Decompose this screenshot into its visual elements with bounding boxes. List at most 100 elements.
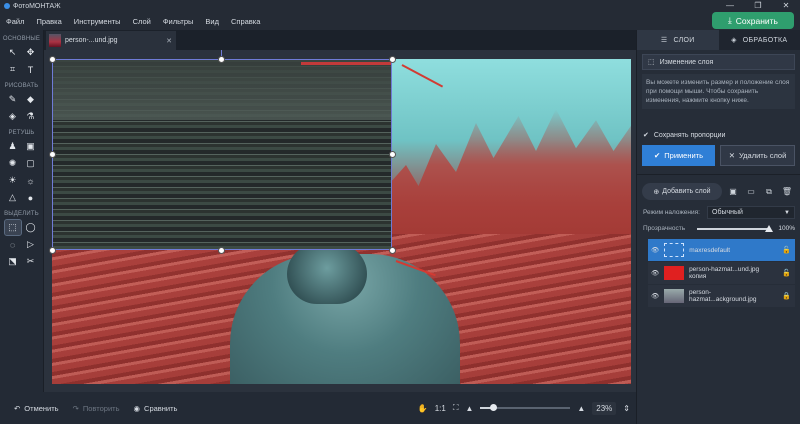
layers-list: 👁 maxresdefault 🔓 👁 person-hazmat...und.… (648, 239, 795, 307)
duplicate-icon[interactable]: ⧉ (762, 187, 776, 197)
lasso-tool-icon[interactable]: ◌ (5, 237, 21, 252)
redo-button[interactable]: ↷ Повторить (73, 404, 120, 413)
actual-size-button[interactable]: 1:1 (435, 404, 446, 413)
undo-button[interactable]: ↶ Отменить (14, 404, 59, 413)
unlock-icon[interactable]: 🔓 (782, 269, 791, 277)
magic-select-tool-icon[interactable]: ⬔ (5, 254, 21, 269)
tab-layers[interactable]: ☰ СЛОИ (637, 30, 719, 50)
add-layer-button[interactable]: ⊕ Добавить слой (642, 183, 722, 200)
menu-filters[interactable]: Фильтры (157, 17, 200, 26)
maximize-button[interactable]: ❐ (744, 0, 772, 12)
menu-view[interactable]: Вид (199, 17, 225, 26)
add-layer-label: Добавить слой (662, 188, 711, 195)
hand-icon[interactable]: ✋ (418, 404, 428, 413)
opacity-slider[interactable] (697, 224, 774, 232)
opacity-value: 100% (778, 225, 795, 232)
sharpen-tool-icon[interactable]: △ (5, 190, 21, 205)
sliders-icon: ☰ (660, 37, 668, 44)
resize-handle-top-right[interactable] (389, 56, 396, 63)
menu-tools[interactable]: Инструменты (68, 17, 127, 26)
resize-handle-top-left[interactable] (49, 56, 56, 63)
selected-layer-overlay[interactable] (52, 59, 392, 250)
trash-icon[interactable]: 🗑 (780, 187, 794, 196)
visibility-eye-icon[interactable]: 👁 (651, 246, 659, 254)
zoom-in-icon[interactable]: ▲ (577, 404, 585, 413)
resize-handle-bottom[interactable] (218, 247, 225, 254)
resize-handle-bottom-left[interactable] (49, 247, 56, 254)
unlock-icon[interactable]: 🔓 (782, 246, 791, 254)
menu-edit[interactable]: Правка (30, 17, 67, 26)
dodge-tool-icon[interactable]: ☀ (5, 173, 21, 188)
frame-tool-icon[interactable]: ▢ (23, 156, 39, 171)
crop-tool-icon[interactable]: ⌗ (5, 62, 21, 77)
overlay-red-line (301, 62, 391, 65)
menu-help[interactable]: Справка (225, 17, 266, 26)
resize-handle-right[interactable] (389, 151, 396, 158)
download-icon: ⤓ (727, 15, 732, 25)
photo-head (287, 244, 367, 304)
ellipse-select-tool-icon[interactable]: ◯ (23, 220, 39, 235)
shapes-tool-icon[interactable]: ⚗ (23, 109, 39, 124)
close-window-button[interactable]: ✕ (772, 0, 800, 12)
right-panel: ☰ СЛОИ ◈ ОБРАБОТКА ⬚ Изменение слоя Вы м… (636, 30, 800, 424)
layer-toolbar: ⊕ Добавить слой ▣ ▭ ⧉ 🗑 (642, 183, 795, 200)
compare-label: Сравнить (144, 403, 178, 413)
blur-tool-icon[interactable]: ✺ (5, 156, 21, 171)
zoom-value[interactable]: 23% (592, 401, 617, 415)
zoom-stepper-icon[interactable]: ⇕ (623, 404, 630, 413)
zoom-slider[interactable] (480, 404, 571, 411)
stamp-tool-icon[interactable]: ♟ (5, 139, 21, 154)
tab-processing[interactable]: ◈ ОБРАБОТКА (718, 30, 800, 50)
blend-mode-select[interactable]: Обычный ▼ (707, 206, 795, 219)
polygon-lasso-tool-icon[interactable]: ▷ (23, 237, 39, 252)
resize-handle-left[interactable] (49, 151, 56, 158)
title-bar: ФотоМОНТАЖ — ❐ ✕ (0, 0, 800, 12)
cut-tool-icon[interactable]: ✂ (23, 254, 39, 269)
tool-section-title: РЕТУШЬ (8, 130, 35, 136)
fit-screen-icon[interactable]: ⛶ (453, 403, 459, 413)
delete-layer-button[interactable]: ✕ Удалить слой (720, 145, 795, 166)
rect-select-tool-icon[interactable]: ⬚ (3, 219, 22, 236)
visibility-eye-icon[interactable]: 👁 (651, 269, 659, 277)
eraser-tool-icon[interactable]: ◆ (23, 92, 39, 107)
menu-file[interactable]: Файл (0, 17, 30, 26)
apply-button[interactable]: ✔ Применить (642, 145, 715, 166)
resize-handle-bottom-right[interactable] (389, 247, 396, 254)
layer-item[interactable]: 👁 person-hazmat...ackground.jpg 🔒 (648, 285, 795, 307)
compare-button[interactable]: ◉ Сравнить (133, 404, 177, 413)
folder-icon[interactable]: ▭ (744, 187, 758, 196)
tab-layers-label: СЛОИ (673, 36, 695, 44)
keep-proportions-checkbox[interactable]: ✔ Сохранять пропорции (643, 131, 794, 140)
patch-tool-icon[interactable]: ▣ (23, 139, 39, 154)
tool-section-title: РИСОВАТЬ (4, 83, 39, 89)
zoom-slider-knob[interactable] (489, 404, 497, 411)
lock-icon[interactable]: 🔒 (782, 292, 791, 300)
resize-handle-top[interactable] (218, 56, 225, 63)
layer-thumbnail (664, 289, 684, 303)
layer-item[interactable]: 👁 person-hazmat...und.jpg копия 🔓 (648, 262, 795, 284)
chevron-down-icon: ▼ (784, 209, 790, 216)
document-tab[interactable]: person-...und.jpg ✕ (46, 31, 176, 50)
move-tool-icon[interactable]: ✥ (23, 45, 39, 60)
select-tool-icon[interactable]: ↖ (5, 45, 21, 60)
burn-tool-icon[interactable]: ☼ (23, 173, 39, 188)
opacity-row: Прозрачность 100% (643, 224, 795, 232)
canvas-area (44, 50, 636, 392)
close-tab-icon[interactable]: ✕ (166, 37, 172, 45)
brush-tool-icon[interactable]: ✎ (5, 92, 21, 107)
text-tool-icon[interactable]: T (23, 62, 39, 77)
menu-layer[interactable]: Слой (127, 17, 157, 26)
image-layer-icon[interactable]: ▣ (726, 187, 740, 196)
save-button[interactable]: ⤓ Сохранить (712, 12, 794, 29)
minimize-button[interactable]: — (716, 0, 744, 12)
fill-tool-icon[interactable]: ◈ (5, 109, 21, 124)
window-controls: — ❐ ✕ (716, 0, 800, 12)
zoom-out-icon[interactable]: ▲ (465, 404, 473, 413)
layer-item[interactable]: 👁 maxresdefault 🔓 (648, 239, 795, 261)
visibility-eye-icon[interactable]: 👁 (651, 292, 659, 300)
opacity-slider-knob[interactable] (765, 224, 774, 232)
drop-tool-icon[interactable]: ● (23, 190, 39, 205)
eye-icon: ◉ (133, 403, 141, 413)
divider (637, 174, 800, 175)
zoom-controls: ✋ 1:1 ⛶ ▲ ▲ 23% ⇕ (418, 392, 630, 424)
